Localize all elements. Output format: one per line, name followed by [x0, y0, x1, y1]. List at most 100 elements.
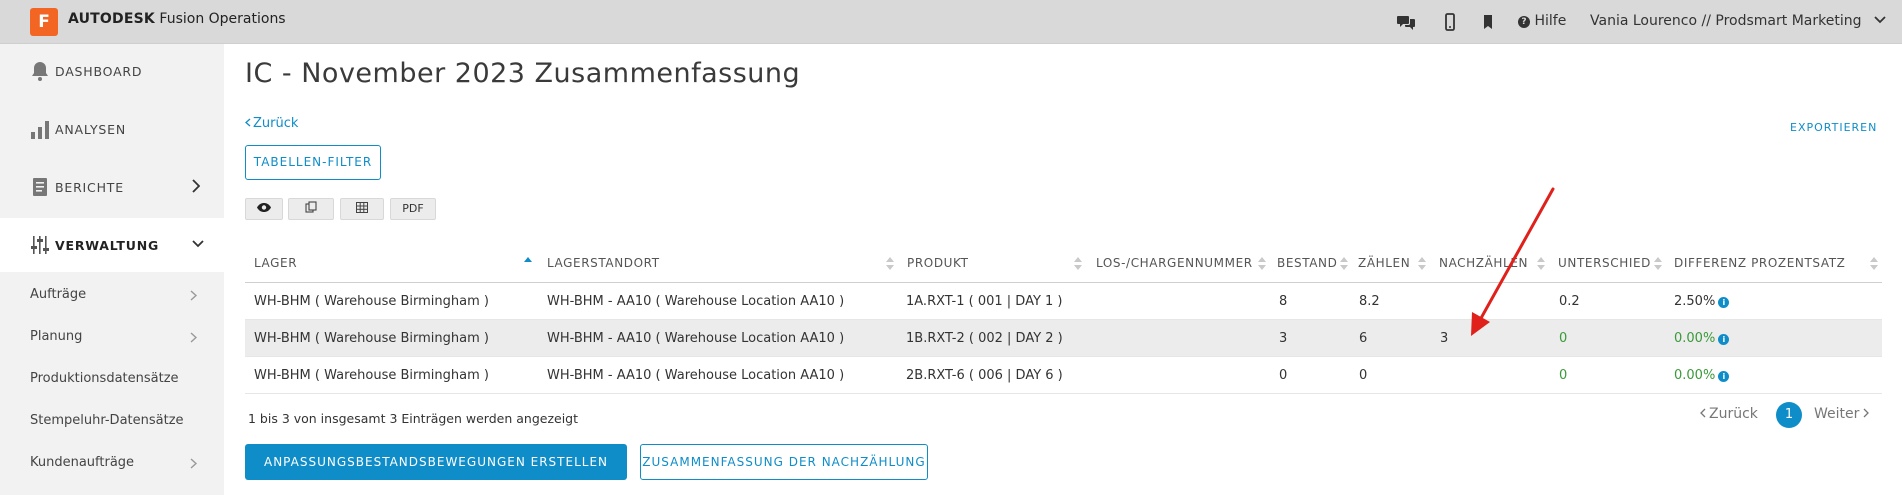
cell-zaehlen: 8.2	[1359, 294, 1380, 309]
bell-icon	[32, 62, 48, 81]
user-label: Vania Lourenco // Prodsmart Marketing	[1590, 13, 1862, 29]
cell-bestand: 0	[1279, 368, 1288, 383]
chevron-down-icon	[1874, 16, 1886, 24]
sidebar: DASHBOARD ANALYSEN BERICHTE VERWALTUNG A…	[0, 44, 224, 495]
column-header-produkt[interactable]: PRODUKT	[907, 256, 969, 270]
sidebar-item-berichte[interactable]: BERICHTE	[0, 160, 224, 214]
copy-button[interactable]	[288, 198, 334, 220]
sort-icon	[1418, 256, 1426, 272]
chevron-right-icon	[190, 290, 197, 301]
info-icon[interactable]: i	[1718, 334, 1730, 345]
chevron-right-icon	[190, 332, 197, 343]
chevron-left-icon	[245, 118, 251, 127]
cell-lager: WH-BHM ( Warehouse Birmingham )	[254, 294, 489, 309]
chevron-right-icon	[192, 179, 200, 193]
column-header-differenz[interactable]: DIFFERENZ PROZENTSATZ	[1674, 256, 1846, 270]
pagination-prev[interactable]: Zurück	[1700, 406, 1758, 422]
pagination-next[interactable]: Weiter	[1814, 406, 1870, 422]
cell-bestand: 3	[1279, 331, 1288, 346]
pdf-button[interactable]: PDF	[390, 198, 436, 220]
column-header-lager[interactable]: LAGER	[254, 256, 297, 270]
pagination-page-current[interactable]: 1	[1776, 402, 1802, 428]
table-row[interactable]: WH-BHM ( Warehouse Birmingham ) WH-BHM -…	[245, 320, 1882, 357]
sidebar-item-verwaltung[interactable]: VERWALTUNG	[0, 218, 224, 272]
column-header-unterschied[interactable]: UNTERSCHIED	[1558, 256, 1651, 270]
cell-zaehlen: 0	[1359, 368, 1368, 383]
chevron-down-icon	[192, 240, 204, 248]
table-row[interactable]: WH-BHM ( Warehouse Birmingham ) WH-BHM -…	[245, 283, 1882, 320]
sort-icon	[1654, 256, 1662, 272]
table-row[interactable]: WH-BHM ( Warehouse Birmingham ) WH-BHM -…	[245, 357, 1882, 394]
create-adjustment-movements-button[interactable]: ANPASSUNGSBESTANDSBEWEGUNGEN ERSTELLEN	[245, 444, 627, 480]
pagination-prev-label: Zurück	[1709, 406, 1758, 422]
column-header-nachzaehlen[interactable]: NACHZÄHLEN	[1439, 256, 1528, 270]
column-header-zaehlen[interactable]: ZÄHLEN	[1358, 256, 1410, 270]
chevron-right-icon	[1863, 408, 1870, 418]
column-header-lagerstandort[interactable]: LAGERSTANDORT	[547, 256, 660, 270]
bookmark-icon[interactable]	[1478, 12, 1498, 32]
sidebar-subitem-label: Produktionsdatensätze	[30, 371, 179, 386]
fusion-logo[interactable]: F	[30, 8, 58, 36]
report-icon	[33, 178, 47, 196]
cell-unterschied: 0.2	[1559, 294, 1580, 309]
differenz-value: 0.00%	[1674, 368, 1716, 383]
export-link[interactable]: EXPORTIEREN	[1790, 121, 1877, 134]
excel-button[interactable]	[340, 198, 384, 220]
sidebar-item-label: DASHBOARD	[55, 64, 143, 79]
sidebar-subitem-planung[interactable]: Planung	[0, 316, 224, 358]
cell-differenz: 0.00% i	[1674, 368, 1730, 383]
column-header-bestand[interactable]: BESTAND	[1277, 256, 1337, 270]
sort-icon	[1870, 256, 1878, 272]
pagination-next-label: Weiter	[1814, 406, 1860, 422]
cell-unterschied: 0	[1559, 368, 1568, 383]
sidebar-subitem-label: Kundenaufträge	[30, 455, 135, 470]
differenz-value: 2.50%	[1674, 294, 1716, 309]
chat-icon[interactable]	[1396, 12, 1416, 32]
sidebar-subitem-label: Planung	[30, 329, 83, 344]
mobile-icon[interactable]	[1440, 12, 1460, 32]
differenz-value: 0.00%	[1674, 331, 1716, 346]
cell-nachzaehlen: 3	[1440, 331, 1449, 346]
cell-produkt[interactable]: 2B.RXT-6 ( 006 | DAY 6 )	[906, 368, 1063, 383]
table-filter-button[interactable]: TABELLEN-FILTER	[245, 145, 381, 180]
cell-unterschied: 0	[1559, 331, 1568, 346]
sliders-icon	[31, 236, 49, 254]
sidebar-item-dashboard[interactable]: DASHBOARD	[0, 44, 224, 98]
sidebar-subitem-produktionsdatensaetze[interactable]: Produktionsdatensätze	[0, 358, 224, 400]
table-info-summary: 1 bis 3 von insgesamt 3 Einträgen werden…	[248, 411, 579, 426]
brand-bold: AUTODESK	[68, 11, 155, 27]
cell-produkt[interactable]: 1B.RXT-2 ( 002 | DAY 2 )	[906, 331, 1063, 346]
help-icon: ?	[1518, 16, 1530, 28]
eye-icon	[257, 203, 271, 212]
cell-lagerstandort: WH-BHM - AA10 ( Warehouse Location AA10 …	[547, 331, 845, 346]
user-menu[interactable]: Vania Lourenco // Prodsmart Marketing	[1590, 13, 1886, 29]
sidebar-subitem-label: Aufträge	[30, 287, 87, 302]
sort-icon	[1537, 256, 1545, 272]
sidebar-subitem-kundenauftraege[interactable]: Kundenaufträge	[0, 442, 224, 484]
cell-produkt[interactable]: 1A.RXT-1 ( 001 | DAY 1 )	[906, 294, 1063, 309]
recount-summary-button[interactable]: ZUSAMMENFASSUNG DER NACHZÄHLUNG	[640, 444, 928, 480]
help-label: Hilfe	[1534, 13, 1567, 29]
sort-icon	[886, 256, 894, 272]
cell-lagerstandort: WH-BHM - AA10 ( Warehouse Location AA10 …	[547, 368, 845, 383]
info-icon[interactable]: i	[1718, 297, 1730, 308]
cell-differenz: 0.00% i	[1674, 331, 1730, 346]
sidebar-subitem-auftraege[interactable]: Aufträge	[0, 274, 224, 316]
cell-lager: WH-BHM ( Warehouse Birmingham )	[254, 368, 489, 383]
page-title: IC - November 2023 Zusammenfassung	[245, 58, 801, 89]
chevron-left-icon	[1700, 408, 1706, 418]
sort-icon	[1074, 256, 1082, 272]
cell-lagerstandort: WH-BHM - AA10 ( Warehouse Location AA10 …	[547, 294, 845, 309]
toggle-columns-button[interactable]	[245, 198, 283, 220]
back-label: Zurück	[253, 116, 299, 131]
info-icon[interactable]: i	[1718, 371, 1730, 382]
bar-chart-icon	[31, 121, 49, 139]
cell-lager: WH-BHM ( Warehouse Birmingham )	[254, 331, 489, 346]
column-header-los[interactable]: LOS-/CHARGENNUMMER	[1096, 256, 1253, 270]
sidebar-item-analysen[interactable]: ANALYSEN	[0, 102, 224, 156]
help-link[interactable]: ? Hilfe	[1518, 13, 1566, 29]
back-link[interactable]: Zurück	[245, 116, 298, 131]
brand-name: AUTODESK Fusion Operations	[68, 11, 286, 27]
sidebar-subitem-stempeluhr[interactable]: Stempeluhr-Datensätze	[0, 400, 224, 442]
top-bar: F AUTODESK Fusion Operations ? Hilfe Van…	[0, 0, 1902, 44]
